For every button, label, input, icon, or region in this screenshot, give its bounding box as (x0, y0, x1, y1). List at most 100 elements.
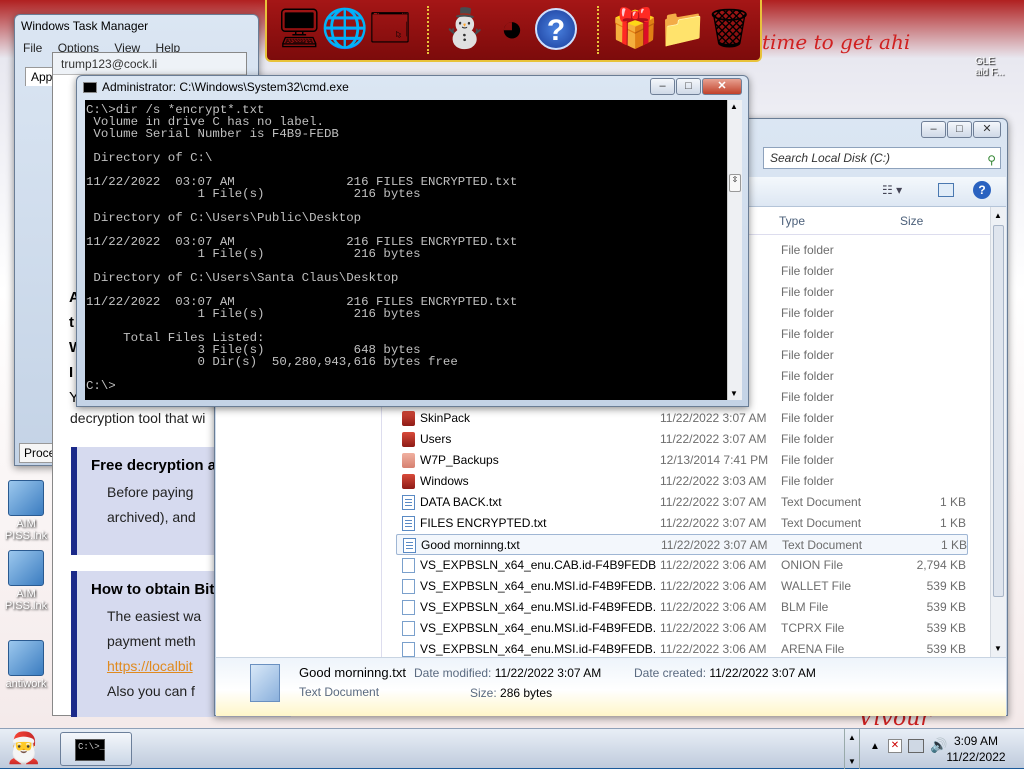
scroll-up-arrow-icon[interactable]: ▲ (730, 102, 738, 111)
table-row[interactable]: VS_EXPBSLN_x64_enu.MSI.id-F4B9FEDB.[t...… (396, 618, 968, 639)
table-row[interactable]: DATA BACK.txt 11/22/2022 3:07 AM Text Docu… (396, 492, 968, 513)
file-list-scrollbar[interactable]: ▲ ▼ (990, 207, 1006, 657)
scrollbar-thumb[interactable]: ⇳ (729, 174, 741, 192)
file-size: 1 KB (939, 516, 966, 530)
gift-icon[interactable]: 🎁 (611, 6, 658, 52)
column-size[interactable]: Size (900, 214, 923, 228)
file-name: DATA BACK.txt (420, 495, 502, 509)
snowman-icon[interactable]: ⛄ (441, 6, 488, 52)
desktop-icon-aim-2[interactable]: AIM PISS.lnk (0, 550, 52, 612)
table-row[interactable]: VS_EXPBSLN_x64_enu.MSI.id-F4B9FEDB.[... 1… (396, 576, 968, 597)
tray-scroll-icon[interactable]: ▲ ▼ (844, 729, 860, 769)
table-row[interactable]: VS_EXPBSLN_x64_enu.MSI.id-F4B9FEDB.[... 1… (396, 597, 968, 618)
folder-icon (402, 432, 415, 447)
folder-icon (402, 453, 415, 468)
show-hidden-icons-icon[interactable]: ▲ (870, 741, 880, 752)
minimize-button[interactable]: – (650, 78, 675, 95)
file-name: W7P_Backups (420, 453, 499, 467)
wallpaper-text-right: GLE aid F... (975, 56, 1005, 78)
details-modified: 11/22/2022 3:07 AM (494, 666, 602, 680)
folder-icon (402, 411, 415, 426)
maximize-button[interactable]: □ (947, 121, 972, 138)
table-row[interactable]: SkinPack 11/22/2022 3:07 AM File folder (396, 408, 968, 429)
table-row[interactable]: VS_EXPBSLN_x64_enu.CAB.id-F4B9FEDB.[... 1… (396, 555, 968, 576)
file-date: 12/13/2014 7:41 PM (660, 453, 769, 467)
file-name: FILES ENCRYPTED.txt (420, 516, 547, 530)
file-name: Good morninng.txt (421, 538, 520, 552)
explorer-caption-buttons: – □ ✕ (921, 121, 1001, 138)
file-date: 11/22/2022 3:07 AM (661, 538, 768, 552)
start-button[interactable]: 🎅 (4, 730, 44, 768)
system-tray: ▲ ▼ ▲ ✕ 🔊 3:09 AM 11/22/2022 (824, 729, 1024, 769)
minimize-button[interactable]: – (921, 121, 946, 138)
file-type: File folder (781, 411, 834, 425)
clock[interactable]: 3:09 AM 11/22/2022 (936, 733, 1016, 765)
close-button[interactable]: ✕ (973, 121, 1001, 138)
desktop-icon-aim-1[interactable]: AIM PISS.lnk (0, 480, 52, 542)
shortcut-icon (8, 550, 44, 586)
view-options-icon[interactable]: ☷ ▾ (882, 183, 902, 197)
file-type: File folder (781, 453, 834, 467)
scroll-down-arrow-icon[interactable]: ▼ (994, 644, 1002, 653)
scroll-up-arrow-icon[interactable]: ▲ (994, 211, 1002, 220)
column-type[interactable]: Type (779, 214, 805, 228)
file-date: 11/22/2022 3:06 AM (660, 600, 767, 614)
details-file-kind: Text Document (299, 685, 380, 699)
file-type: Text Document (781, 516, 862, 530)
file-name: VS_EXPBSLN_x64_enu.MSI.id-F4B9FEDB.[... (420, 579, 656, 593)
help-icon[interactable]: ? (535, 8, 577, 50)
cmd-icon: C:\>_ (75, 739, 105, 761)
wallpaper-text-top: time to get ahi (762, 30, 911, 54)
file-type: TCPRX File (781, 621, 845, 635)
folder-icon[interactable]: 📁 (659, 6, 706, 52)
network-icon[interactable] (908, 739, 924, 753)
table-row[interactable]: Good morninng.txt 11/22/2022 3:07 AM Text … (396, 534, 968, 555)
toolbar-separator (597, 6, 599, 54)
details-created: 11/22/2022 3:07 AM (709, 666, 816, 680)
file-type: Text Document (782, 538, 863, 552)
file-name: VS_EXPBSLN_x64_enu.MSI.id-F4B9FEDB.[... (420, 600, 656, 614)
search-input[interactable]: Search Local Disk (C:) ⚲ (763, 147, 1001, 169)
file-type: ONION File (781, 558, 844, 572)
file-type: File folder (781, 474, 834, 488)
table-row[interactable]: W7P_Backups 12/13/2014 7:41 PM File folder (396, 450, 968, 471)
windows-media-icon[interactable]: ◕ (489, 6, 535, 52)
cmd-console[interactable]: C:\>dir /s *encrypt*.txt Volume in drive… (85, 100, 727, 400)
cmd-window[interactable]: Administrator: C:\Windows\System32\cmd.e… (76, 75, 749, 407)
file-size: 1 KB (940, 538, 967, 552)
action-center-icon[interactable]: ✕ (888, 739, 902, 753)
santa-computer-icon[interactable]: 🖥 (275, 6, 323, 52)
file-icon (402, 579, 415, 594)
note-tool-line: decryption tool that wi (70, 410, 206, 426)
desktop-icon-antiwork[interactable]: antiwork (0, 640, 52, 690)
cmd-title-bar[interactable]: Administrator: C:\Windows\System32\cmd.e… (77, 76, 748, 100)
file-size: 539 KB (926, 621, 966, 635)
control-panel-icon[interactable]: 🗔 (367, 6, 413, 52)
file-type: Text Document (781, 495, 862, 509)
close-button[interactable]: ✕ (702, 78, 742, 95)
table-row[interactable]: FILES ENCRYPTED.txt 11/22/2022 3:07 AM Tex… (396, 513, 968, 534)
scroll-down-arrow-icon[interactable]: ▼ (730, 389, 738, 398)
help-icon[interactable]: ? (973, 181, 991, 199)
file-name: SkinPack (420, 411, 471, 425)
file-date: 11/22/2022 3:07 AM (660, 516, 767, 530)
taskbar-cmd-button[interactable]: C:\>_ (60, 732, 132, 766)
cmd-icon (83, 82, 97, 93)
scrollbar-thumb[interactable] (993, 225, 1004, 597)
clock-time: 3:09 AM (953, 734, 999, 748)
table-row[interactable]: Users 11/22/2022 3:07 AM File folder (396, 429, 968, 450)
recycle-bin-icon[interactable]: 🗑 (705, 6, 753, 52)
search-icon[interactable]: ⚲ (987, 150, 996, 170)
preview-pane-icon[interactable] (938, 183, 954, 197)
details-size: 286 bytes (500, 686, 553, 700)
folder-icon (402, 474, 415, 489)
file-name: Users (420, 432, 452, 446)
table-row[interactable]: Windows 11/22/2022 3:03 AM File folder (396, 471, 968, 492)
menu-file[interactable]: File (23, 41, 42, 55)
maximize-button[interactable]: □ (676, 78, 701, 95)
toolbar-separator (427, 6, 429, 54)
note-email-address: trump123@cock.li (53, 53, 246, 75)
globe-network-icon[interactable]: 🌐 (321, 6, 368, 52)
cmd-scrollbar[interactable]: ▲ ⇳ ▼ (727, 100, 742, 400)
taskbar: 🎅 C:\>_ ▲ ▼ ▲ ✕ 🔊 3:09 AM 11/22/2022 (0, 728, 1024, 769)
